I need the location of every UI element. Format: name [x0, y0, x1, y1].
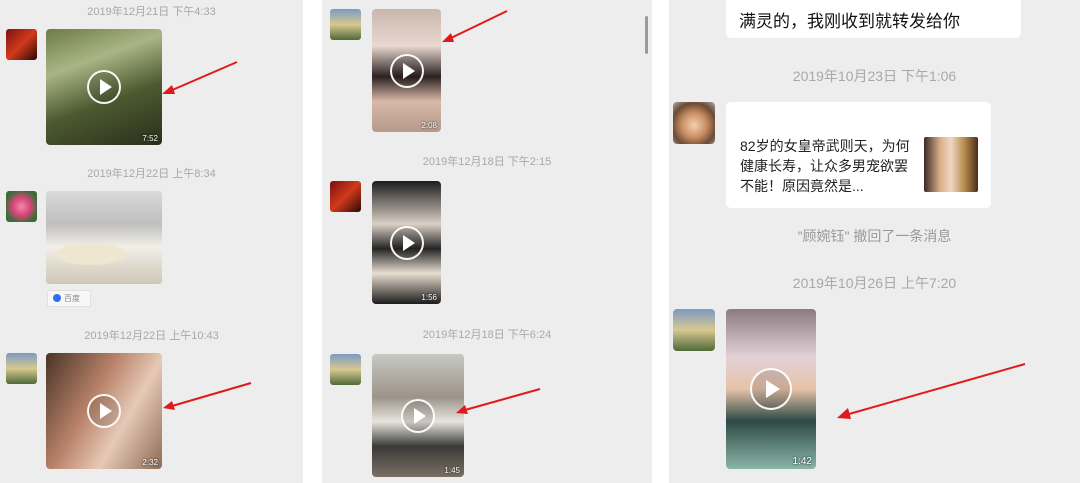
recall-notice: "顾婉钰" 撤回了一条消息: [797, 228, 952, 244]
play-icon[interactable]: [750, 368, 792, 410]
video-message-thumbnail[interactable]: 1:56: [372, 181, 441, 304]
avatar[interactable]: [330, 181, 361, 212]
avatar[interactable]: [673, 309, 715, 351]
text-message-bubble[interactable]: 满灵的，我刚收到就转发给你: [726, 0, 1021, 38]
play-icon[interactable]: [401, 398, 435, 433]
message-timestamp: 2019年12月22日 上午8:34: [87, 168, 216, 180]
video-message-thumbnail[interactable]: 7:52: [46, 29, 162, 145]
play-icon[interactable]: [87, 70, 121, 104]
video-duration: 2:08: [421, 121, 437, 130]
link-card-thumbnail[interactable]: [924, 137, 978, 192]
video-message-thumbnail[interactable]: 1:42: [726, 309, 816, 469]
message-timestamp: 2019年10月23日 下午1:06: [792, 68, 957, 84]
video-duration: 1:56: [421, 293, 437, 302]
avatar[interactable]: [6, 353, 37, 384]
avatar[interactable]: [330, 354, 361, 385]
baidu-paw-icon: [53, 294, 61, 302]
video-duration: 2:32: [142, 458, 158, 467]
source-label: 百度: [64, 294, 80, 303]
message-timestamp: 2019年12月21日 下午4:33: [87, 6, 216, 18]
play-icon[interactable]: [87, 394, 121, 428]
video-duration: 1:45: [444, 466, 460, 475]
video-message-thumbnail[interactable]: 2:32: [46, 353, 162, 469]
message-timestamp: 2019年12月18日 下午2:15: [422, 156, 552, 168]
video-message-thumbnail[interactable]: 2:08: [372, 9, 441, 132]
video-duration: 1:42: [792, 456, 812, 467]
video-duration: 7:52: [142, 134, 158, 143]
play-icon[interactable]: [389, 225, 424, 260]
avatar[interactable]: [673, 102, 715, 144]
message-timestamp: 2019年10月26日 上午7:20: [792, 275, 957, 291]
chat-panel-1: 2019年12月21日 下午4:33 7:52 2019年12月22日 上午8:…: [0, 0, 303, 483]
dumpling-plate-image: [56, 243, 126, 265]
avatar[interactable]: [6, 191, 37, 222]
link-card-message[interactable]: 82岁的女皇帝武则天，为何健康长寿，让众多男宠欲罢不能！原因竟然是...: [726, 102, 991, 208]
video-message-thumbnail[interactable]: 1:45: [372, 354, 464, 477]
chat-panel-3: 满灵的，我刚收到就转发给你 2019年10月23日 下午1:06 82岁的女皇帝…: [669, 0, 1080, 483]
link-card-title: 82岁的女皇帝武则天，为何健康长寿，让众多男宠欲罢不能！原因竟然是...: [740, 138, 910, 194]
avatar[interactable]: [6, 29, 37, 60]
source-tag: 百度: [47, 290, 91, 307]
chat-panel-2: 2:08 2019年12月18日 下午2:15 1:56 2019年12月18日…: [322, 0, 652, 483]
play-icon[interactable]: [389, 53, 424, 88]
message-text: 满灵的，我刚收到就转发给你: [739, 12, 960, 31]
avatar[interactable]: [330, 9, 361, 40]
message-timestamp: 2019年12月22日 上午10:43: [84, 330, 219, 342]
scrollbar[interactable]: [645, 16, 648, 54]
message-timestamp: 2019年12月18日 下午6:24: [422, 329, 552, 341]
link-card-image[interactable]: [46, 191, 162, 284]
